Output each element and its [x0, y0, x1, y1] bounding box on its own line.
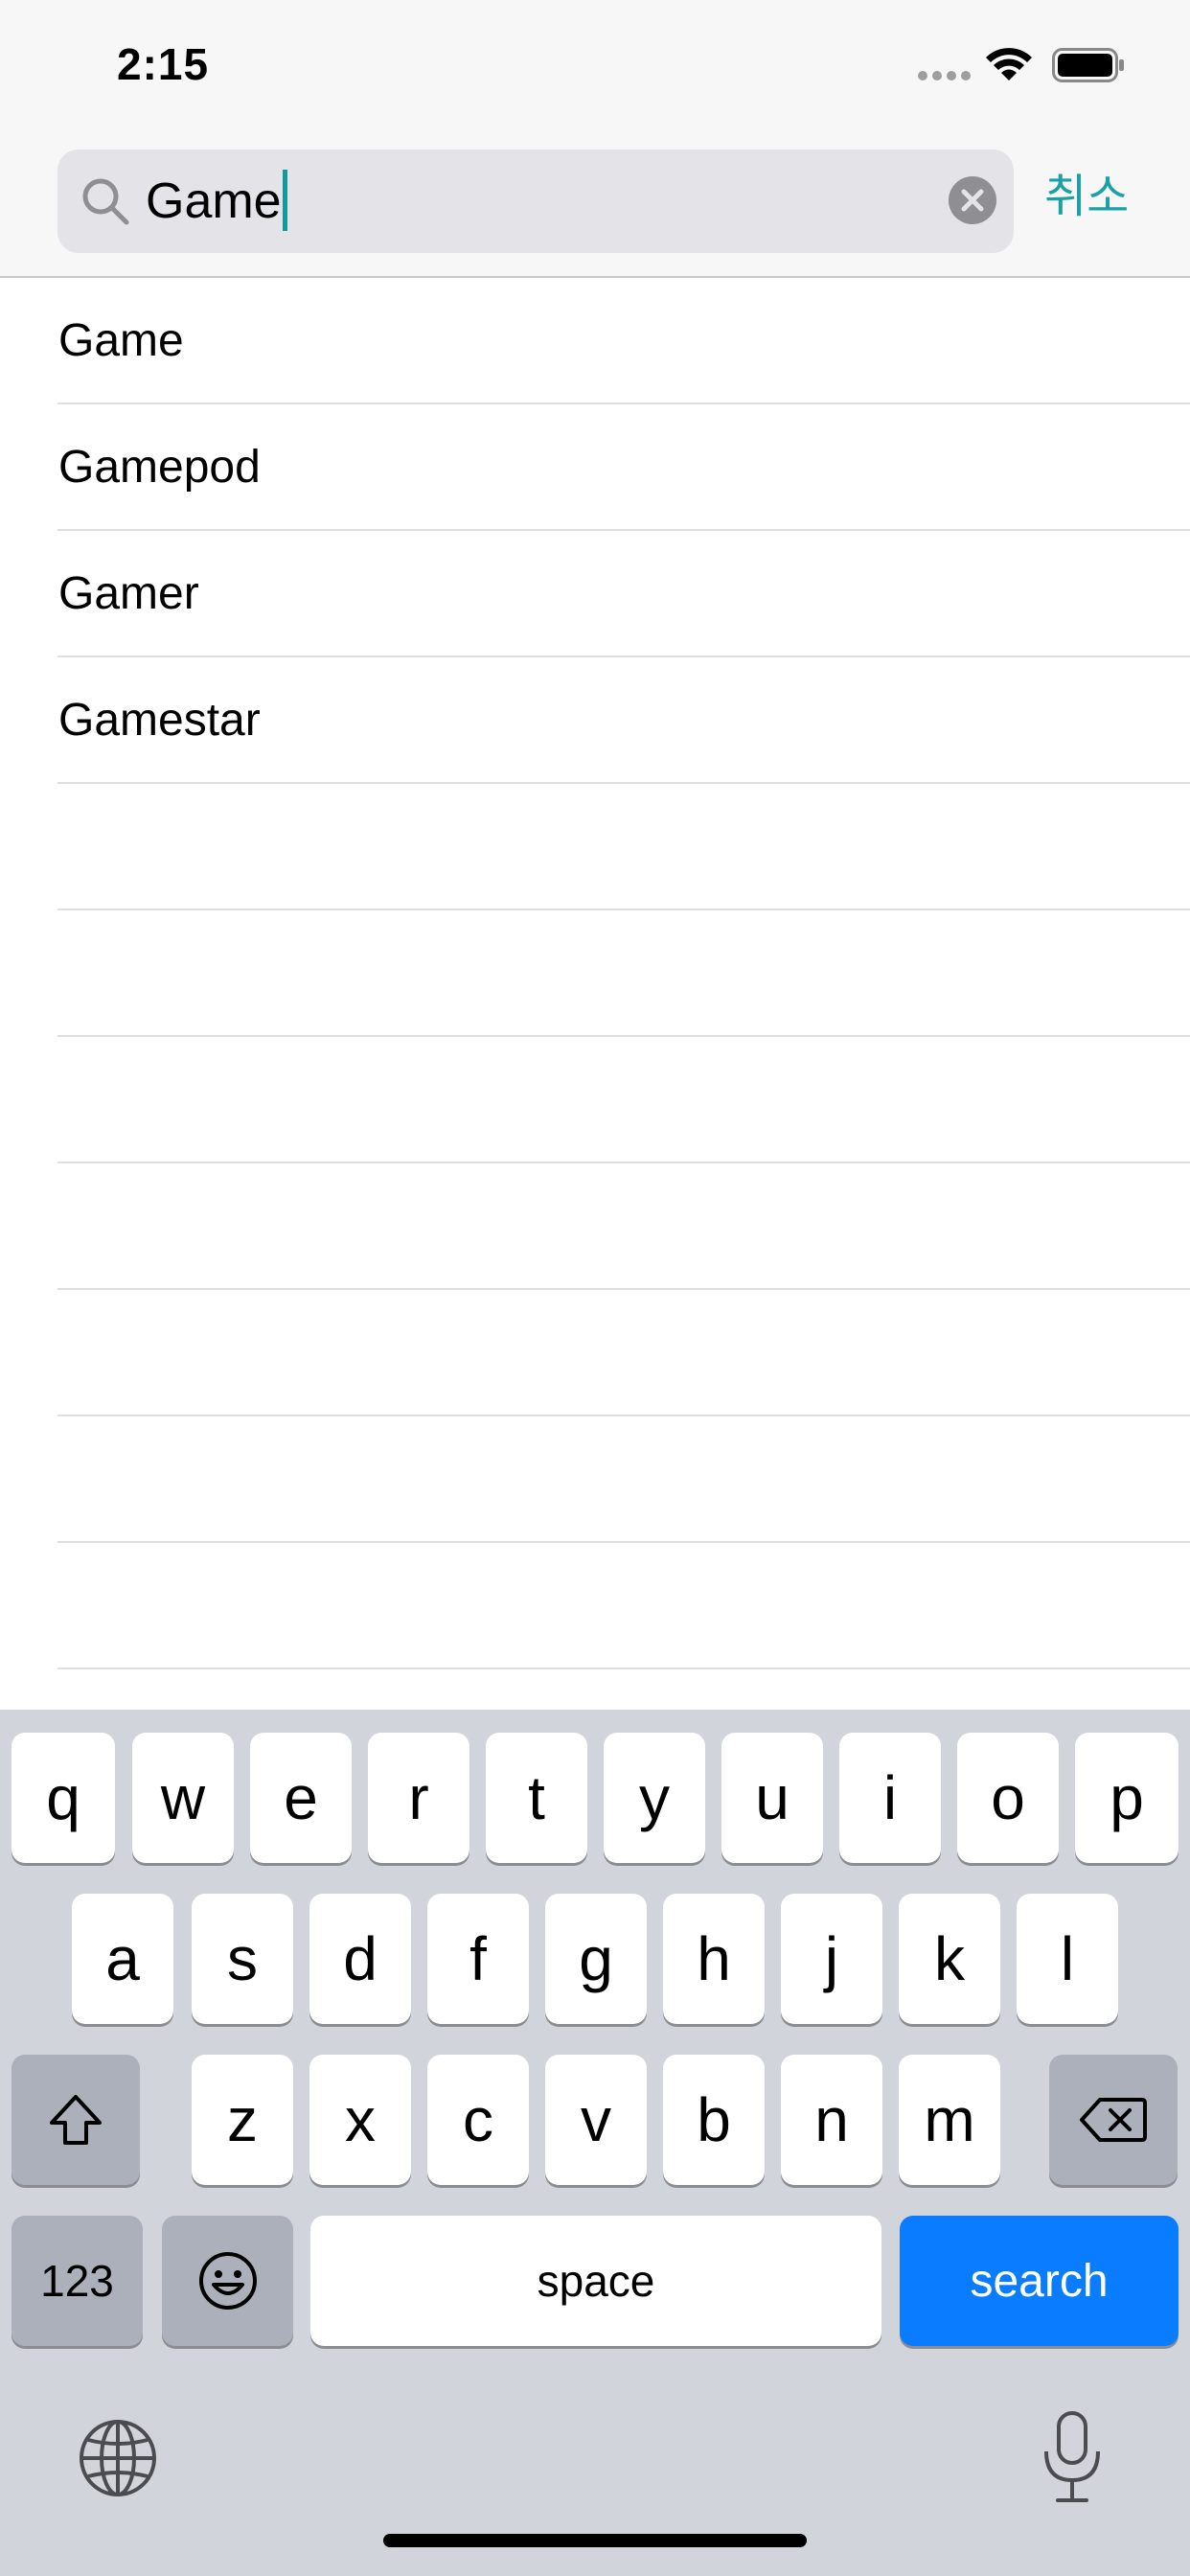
wifi-icon — [986, 48, 1032, 80]
key-f[interactable]: f — [427, 1894, 529, 2024]
search-query[interactable]: Game — [146, 169, 287, 235]
empty-row — [57, 1416, 1190, 1543]
key-m[interactable]: m — [899, 2055, 1000, 2185]
key-a[interactable]: a — [72, 1894, 173, 2024]
empty-row — [57, 784, 1190, 910]
emoji-key[interactable] — [162, 2216, 293, 2346]
search-key[interactable]: search — [900, 2216, 1179, 2346]
key-x[interactable]: x — [309, 2055, 411, 2185]
suggestion-label: Gamer — [58, 568, 199, 619]
key-h[interactable]: h — [663, 1894, 765, 2024]
status-time: 2:15 — [117, 39, 210, 89]
search-icon — [82, 178, 129, 225]
shift-icon — [50, 2095, 102, 2145]
home-indicator — [383, 2534, 807, 2547]
key-q[interactable]: q — [11, 1733, 115, 1863]
key-c[interactable]: c — [427, 2055, 529, 2185]
key-d[interactable]: d — [309, 1894, 411, 2024]
empty-row — [57, 910, 1190, 1037]
search-query-text: Game — [146, 173, 282, 229]
emoji-icon — [198, 2252, 257, 2310]
key-b[interactable]: b — [663, 2055, 765, 2185]
key-i[interactable]: i — [839, 1733, 941, 1863]
key-n[interactable]: n — [781, 2055, 882, 2185]
key-o[interactable]: o — [957, 1733, 1059, 1863]
shift-key[interactable] — [11, 2055, 140, 2185]
text-caret — [282, 170, 287, 232]
globe-icon[interactable] — [77, 2417, 159, 2499]
suggestion-item[interactable]: Game — [57, 278, 1190, 404]
empty-row — [57, 1543, 1190, 1669]
cellular-signal-icon — [918, 71, 971, 80]
suggestion-item[interactable]: Gamestar — [57, 657, 1190, 784]
numbers-key[interactable]: 123 — [11, 2216, 143, 2346]
key-e[interactable]: e — [250, 1733, 352, 1863]
key-w[interactable]: w — [132, 1733, 234, 1863]
suggestion-label: Gamestar — [58, 695, 261, 746]
key-v[interactable]: v — [545, 2055, 647, 2185]
suggestion-list: Game Gamepod Gamer Gamestar — [0, 278, 1190, 1796]
key-z[interactable]: z — [192, 2055, 293, 2185]
key-t[interactable]: t — [486, 1733, 587, 1863]
clear-icon[interactable] — [947, 174, 998, 226]
delete-icon — [1080, 2098, 1147, 2142]
suggestion-item[interactable]: Gamepod — [57, 404, 1190, 531]
key-k[interactable]: k — [899, 1894, 1000, 2024]
suggestion-item[interactable]: Gamer — [57, 531, 1190, 657]
battery-icon — [1052, 48, 1124, 82]
search-header: 2:15 Game 취소 — [0, 0, 1190, 278]
key-r[interactable]: r — [368, 1733, 469, 1863]
search-input[interactable]: Game — [57, 150, 1014, 253]
empty-row — [57, 1163, 1190, 1290]
suggestion-label: Game — [58, 315, 184, 366]
key-l[interactable]: l — [1017, 1894, 1118, 2024]
empty-row — [57, 1290, 1190, 1416]
empty-row — [57, 1037, 1190, 1163]
space-key[interactable]: space — [310, 2216, 881, 2346]
cancel-button[interactable]: 취소 — [1044, 169, 1129, 226]
key-g[interactable]: g — [545, 1894, 647, 2024]
microphone-icon[interactable] — [1039, 2409, 1106, 2505]
key-s[interactable]: s — [192, 1894, 293, 2024]
key-y[interactable]: y — [604, 1733, 705, 1863]
delete-key[interactable] — [1049, 2055, 1178, 2185]
key-u[interactable]: u — [721, 1733, 823, 1863]
key-p[interactable]: p — [1075, 1733, 1179, 1863]
suggestion-label: Gamepod — [58, 442, 261, 493]
key-j[interactable]: j — [781, 1894, 882, 2024]
